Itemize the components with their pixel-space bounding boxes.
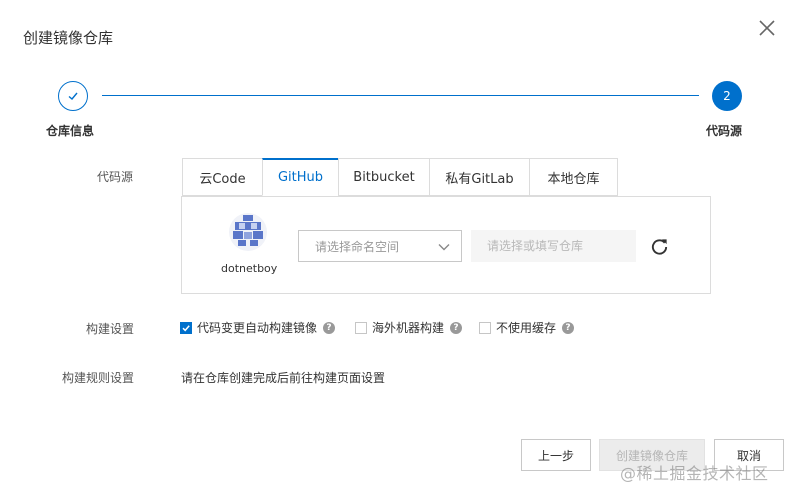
close-icon[interactable] (757, 18, 777, 38)
build-rules-text: 请在仓库创建完成后前往构建页面设置 (181, 371, 386, 385)
source-label: 代码源 (97, 170, 134, 184)
avatar (229, 213, 267, 251)
repository-input[interactable] (471, 230, 636, 262)
step-2-circle: 2 (712, 81, 742, 111)
no-cache-label: 不使用缓存 (496, 321, 557, 335)
option-no-cache: 不使用缓存 ? (479, 319, 575, 336)
tab-github[interactable]: GitHub (262, 158, 338, 196)
build-rules-label: 构建规则设置 (62, 371, 135, 385)
option-overseas-build: 海外机器构建 ? (355, 319, 463, 336)
help-icon[interactable]: ? (323, 321, 336, 334)
step-1-circle (58, 81, 88, 111)
chevron-down-icon (438, 244, 450, 251)
namespace-placeholder: 请选择命名空间 (315, 239, 400, 254)
source-tabs: 云Code GitHub Bitbucket 私有GitLab 本地仓库 (182, 158, 618, 196)
no-cache-checkbox[interactable] (479, 321, 491, 334)
refresh-icon[interactable] (650, 237, 669, 256)
create-repo-dialog: 创建镜像仓库 2 仓库信息 代码源 代码源 云Code GitHub Bitbu… (0, 0, 799, 497)
tab-private-gitlab[interactable]: 私有GitLab (429, 158, 529, 196)
watermark: @稀土掘金技术社区 (620, 464, 769, 483)
step-connector (102, 95, 699, 96)
help-icon[interactable]: ? (450, 321, 463, 334)
tab-yun-code[interactable]: 云Code (182, 158, 262, 196)
prev-step-button[interactable]: 上一步 (521, 439, 591, 471)
tab-local-repo[interactable]: 本地仓库 (529, 158, 618, 196)
auto-build-checkbox[interactable] (180, 321, 192, 334)
help-icon[interactable]: ? (562, 321, 575, 334)
check-icon (68, 92, 78, 100)
overseas-build-checkbox[interactable] (355, 321, 367, 334)
step-2-label: 代码源 (706, 124, 743, 138)
dialog-title: 创建镜像仓库 (23, 29, 114, 47)
check-icon (182, 324, 190, 331)
option-auto-build: 代码变更自动构建镜像 ? (180, 319, 336, 336)
step-1-label: 仓库信息 (46, 124, 95, 138)
tab-bitbucket[interactable]: Bitbucket (338, 158, 429, 196)
build-settings-label: 构建设置 (86, 322, 135, 336)
auto-build-label: 代码变更自动构建镜像 (197, 321, 318, 335)
account-username: dotnetboy (221, 262, 278, 275)
overseas-build-label: 海外机器构建 (372, 321, 445, 335)
namespace-select[interactable]: 请选择命名空间 (298, 230, 462, 262)
